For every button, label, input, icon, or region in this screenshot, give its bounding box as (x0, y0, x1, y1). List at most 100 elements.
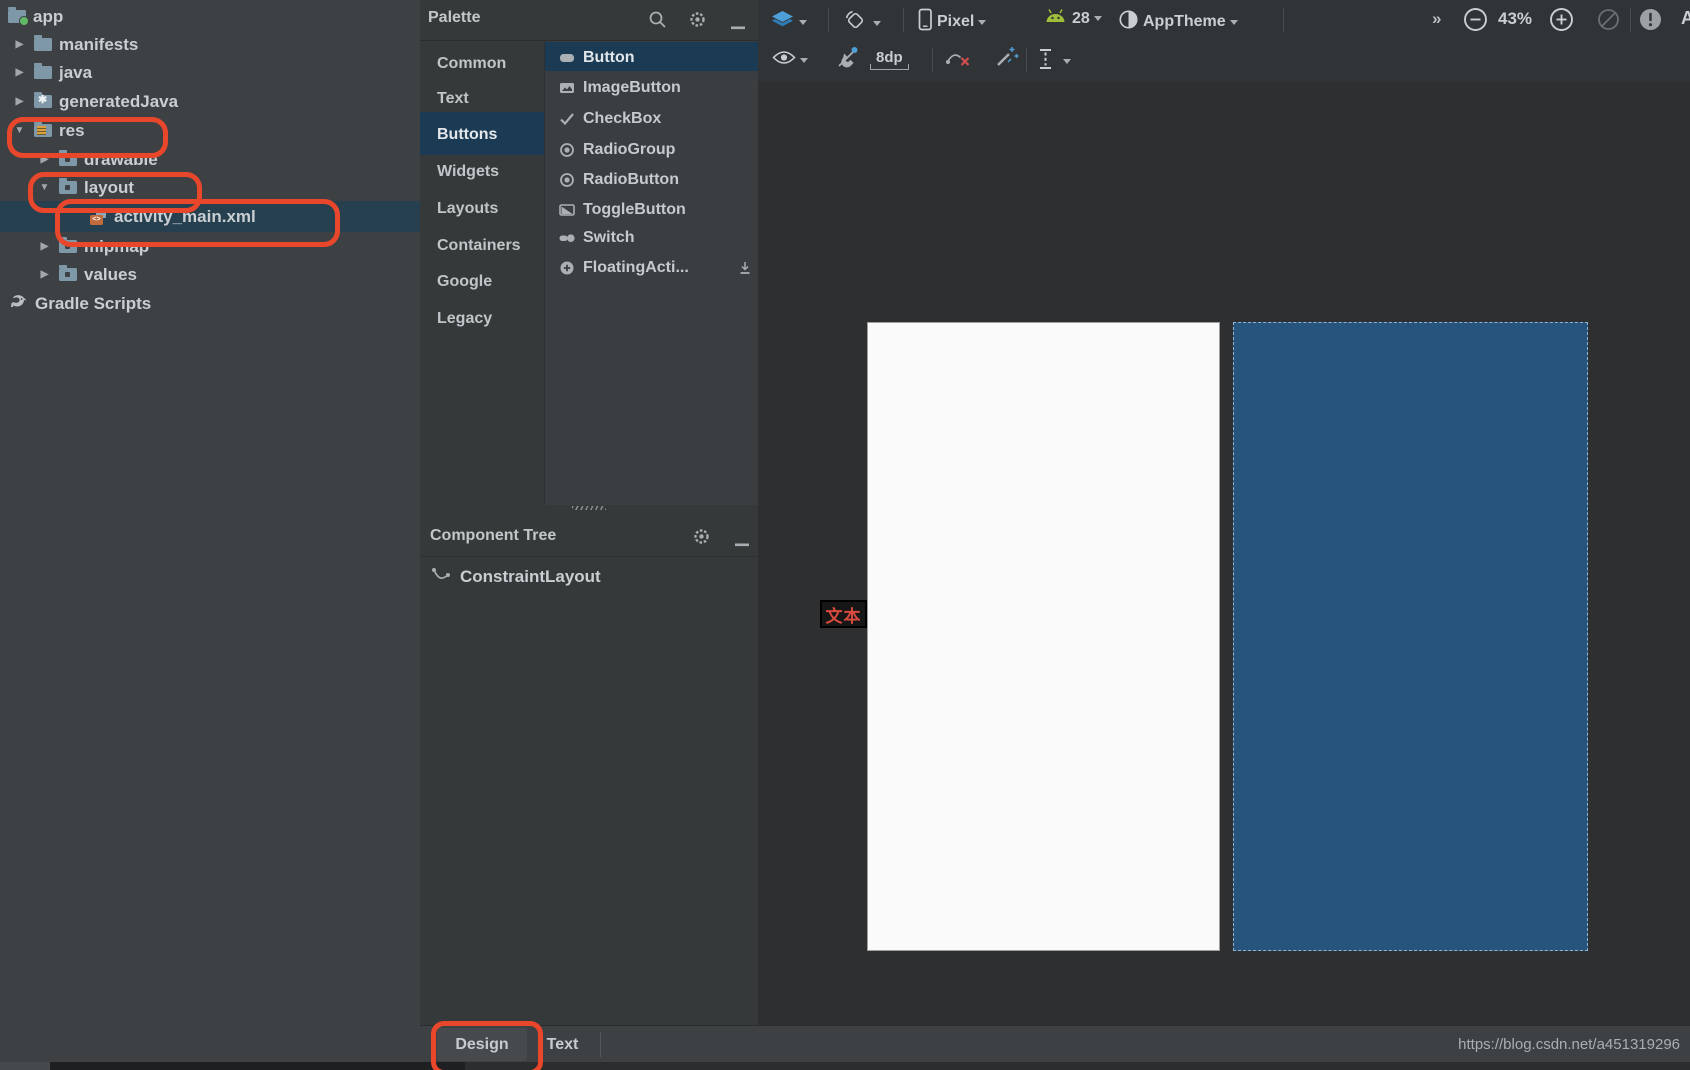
chevron-right-icon[interactable]: ▶ (37, 241, 52, 252)
tree-item-values[interactable]: ▶ values (0, 261, 420, 288)
blueprint-view-preview[interactable] (1233, 322, 1588, 951)
palette-item-radiobutton[interactable]: RadioButton (545, 167, 758, 193)
palette-category-containers[interactable]: Containers (420, 232, 544, 259)
layers-button[interactable] (770, 10, 807, 34)
item-label: Switch (583, 229, 635, 246)
category-label: Google (437, 272, 493, 290)
zoom-to-fit-icon (1596, 7, 1621, 37)
palette-item-button[interactable]: Button (545, 45, 758, 71)
component-tree-title: Component Tree (430, 527, 557, 544)
palette-category-text[interactable]: Text (420, 85, 544, 112)
hide-panel-icon[interactable] (730, 17, 746, 35)
chevron-right-icon[interactable]: ▶ (12, 67, 27, 78)
design-surface[interactable]: 文本 (758, 82, 1690, 1025)
palette-item-checkbox[interactable]: CheckBox (545, 106, 758, 132)
api-level-selector[interactable]: 28 (1043, 8, 1102, 29)
theme-icon (1118, 9, 1139, 35)
item-label: RadioButton (583, 171, 679, 188)
zoom-level: 43% (1498, 9, 1532, 29)
palette-item-togglebutton[interactable]: ToggleButton (545, 197, 758, 223)
view-options-button[interactable] (772, 50, 808, 70)
tree-item-drawable[interactable]: ▶ drawable (0, 146, 420, 173)
tree-item-res[interactable]: ▼ res (0, 117, 420, 144)
app-module-icon (8, 7, 29, 26)
divider (1026, 48, 1027, 72)
zoom-out-button[interactable] (1462, 6, 1489, 38)
chevron-right-icon[interactable]: ▶ (12, 39, 27, 50)
download-icon[interactable] (738, 261, 752, 280)
tree-item-gradle-scripts[interactable]: Gradle Scripts (0, 290, 420, 317)
palette-category-buttons[interactable]: Buttons (420, 121, 544, 148)
component-tree-item-constraintlayout[interactable]: ConstraintLayout (420, 563, 758, 590)
palette-item-floatingactionbutton[interactable]: FloatingActi... (545, 255, 758, 281)
tree-item-app[interactable]: app (0, 3, 420, 30)
resource-folder-icon (34, 121, 52, 137)
design-view-preview[interactable] (867, 322, 1220, 951)
chevron-down-icon (873, 20, 881, 26)
theme-selector[interactable]: AppTheme (1118, 9, 1238, 35)
chevron-right-icon[interactable]: ▶ (37, 269, 52, 280)
palette-category-google[interactable]: Google (420, 268, 544, 295)
tree-item-layout[interactable]: ▼ layout (0, 174, 420, 201)
divider (600, 1032, 601, 1057)
checkbox-widget-icon (559, 111, 575, 127)
gear-icon[interactable] (692, 527, 711, 551)
autoconnect-toggle-button[interactable] (835, 44, 861, 75)
chevron-down-icon (1093, 16, 1102, 21)
item-label: Button (583, 49, 635, 66)
tree-item-label: java (59, 63, 93, 82)
folder-icon (59, 150, 77, 166)
chevron-down-icon (978, 19, 987, 25)
zoom-level-label: 43% (1498, 9, 1533, 28)
palette-category-legacy[interactable]: Legacy (420, 305, 544, 332)
watermark-text: https://blog.csdn.net/a451319296 (1458, 1036, 1680, 1053)
palette-category-widgets[interactable]: Widgets (420, 158, 544, 185)
device-selector[interactable]: Pixel (918, 8, 987, 36)
tree-item-activity-main-xml[interactable]: activity_main.xml (0, 203, 420, 230)
tree-item-java[interactable]: ▶ java (0, 59, 420, 86)
issues-button[interactable] (1638, 7, 1663, 37)
tab-text[interactable]: Text (535, 1028, 590, 1061)
zoom-to-fit-button[interactable] (1596, 7, 1621, 37)
magic-wand-icon (995, 45, 1019, 73)
palette-item-imagebutton[interactable]: ImageButton (545, 75, 758, 101)
device-label: Pixel (937, 13, 975, 30)
infer-constraints-button[interactable] (995, 45, 1019, 73)
palette-category-common[interactable]: Common (420, 50, 544, 77)
tree-item-mipmap[interactable]: ▶ mipmap (0, 233, 420, 260)
palette-tool-window: Palette Common Text Buttons Widgets Layo… (420, 0, 759, 1025)
palette-item-radiogroup[interactable]: RadioGroup (545, 137, 758, 163)
orientation-button[interactable] (843, 8, 881, 38)
warning-icon (1638, 7, 1663, 37)
selected-component-tag[interactable]: 文本 (820, 600, 867, 628)
tab-design[interactable]: Design (437, 1028, 527, 1061)
category-label: Buttons (437, 125, 498, 143)
palette-category-layouts[interactable]: Layouts (420, 195, 544, 222)
gear-icon[interactable] (688, 10, 707, 34)
clear-constraints-button[interactable] (945, 48, 971, 73)
splitter-handle[interactable] (420, 503, 758, 512)
hide-panel-icon[interactable] (734, 534, 750, 552)
android-studio-layout-editor: app ▶ manifests ▶ java ▶ generatedJava ▼… (0, 0, 1690, 1070)
chevron-right-icon[interactable]: ▶ (37, 154, 52, 165)
chevron-down-icon (800, 57, 808, 63)
chevron-down-icon[interactable]: ▼ (37, 182, 52, 193)
tree-item-manifests[interactable]: ▶ manifests (0, 31, 420, 58)
item-label: ImageButton (583, 79, 681, 96)
guidelines-button[interactable] (1038, 48, 1071, 75)
palette-item-switch[interactable]: Switch (545, 225, 758, 251)
zoom-in-button[interactable] (1548, 6, 1575, 38)
eye-icon (772, 50, 796, 70)
search-icon[interactable] (648, 10, 667, 34)
layout-xml-file-icon (90, 208, 107, 225)
chevron-right-icon[interactable]: ▶ (12, 96, 27, 107)
default-margin-selector[interactable]: 8dp (870, 49, 909, 70)
toolbar-overflow-button[interactable]: » (1432, 9, 1441, 29)
tree-item-label: res (59, 121, 85, 140)
chevron-down-icon[interactable]: ▼ (12, 125, 27, 136)
tree-item-label: Gradle Scripts (35, 294, 152, 313)
project-tool-window: app ▶ manifests ▶ java ▶ generatedJava ▼… (0, 0, 421, 1062)
editor-mode-tabbar: Design Text https://blog.csdn.net/a45131… (420, 1025, 1690, 1063)
togglebutton-widget-icon (559, 202, 575, 218)
tree-item-generatedjava[interactable]: ▶ generatedJava (0, 88, 420, 115)
